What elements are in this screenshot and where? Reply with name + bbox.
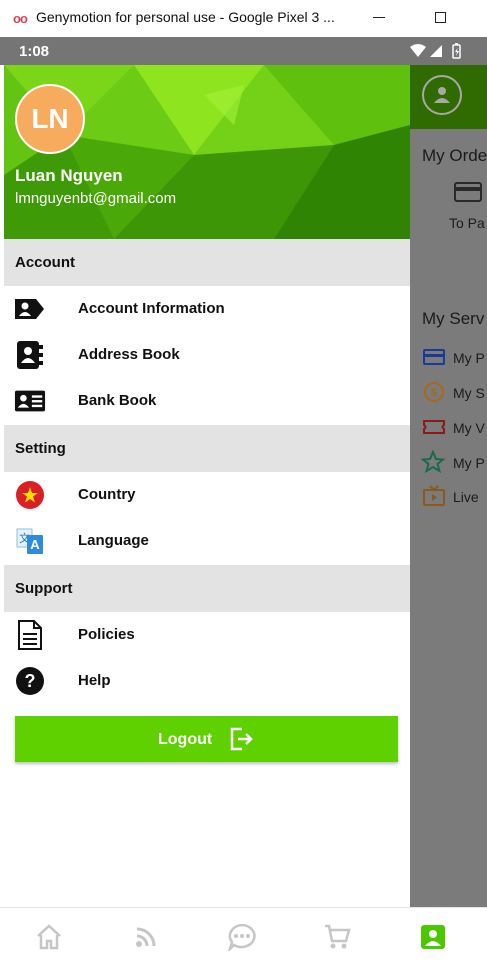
bg-my-orders: My Orde bbox=[422, 146, 487, 165]
bg-profile-avatar bbox=[422, 75, 462, 115]
user-email: lmnguyenbt@gmail.com bbox=[15, 190, 177, 207]
menu-item-label: Account Information bbox=[78, 300, 225, 317]
person-icon bbox=[434, 87, 450, 103]
star-icon bbox=[421, 450, 445, 474]
chat-icon[interactable] bbox=[227, 922, 257, 952]
section-header-setting: Setting bbox=[4, 425, 410, 472]
bg-app-header bbox=[410, 65, 487, 129]
section-title: Account bbox=[15, 254, 75, 271]
menu-item-country[interactable]: Country bbox=[4, 472, 410, 518]
bg-service-item: My V bbox=[453, 420, 485, 436]
card-icon bbox=[423, 349, 445, 365]
bg-to-pay: To Pa bbox=[449, 215, 485, 231]
bg-service-item: My S bbox=[453, 385, 485, 401]
document-icon bbox=[14, 620, 46, 650]
bg-service-item: My P bbox=[453, 350, 485, 366]
section-header-support: Support bbox=[4, 565, 410, 612]
menu-item-label: Language bbox=[78, 532, 149, 549]
menu-item-language[interactable]: 文A Language bbox=[4, 518, 410, 564]
credit-card-icon bbox=[454, 182, 482, 202]
translate-icon: 文A bbox=[14, 526, 46, 556]
vietnam-flag-icon bbox=[14, 480, 46, 510]
background-app[interactable]: My Orde To Pa My Serv My P $ My S My V M… bbox=[410, 65, 487, 907]
menu-item-label: Policies bbox=[78, 626, 135, 643]
user-name: Luan Nguyen bbox=[15, 166, 123, 185]
tv-icon bbox=[423, 485, 445, 506]
window-titlebar: oo Genymotion for personal use - Google … bbox=[0, 0, 487, 37]
home-icon[interactable] bbox=[34, 922, 64, 952]
navigation-drawer: LN Luan Nguyen lmnguyenbt@gmail.com Acco… bbox=[4, 65, 410, 907]
menu-item-policies[interactable]: Policies bbox=[4, 612, 410, 658]
bg-my-services: My Serv bbox=[422, 309, 485, 328]
menu-item-address-book[interactable]: Address Book bbox=[4, 332, 410, 378]
logout-label: Logout bbox=[158, 731, 213, 748]
bg-service-item: Live bbox=[453, 489, 479, 505]
maximize-button[interactable] bbox=[435, 12, 446, 23]
logout-icon bbox=[230, 727, 253, 751]
contact-book-icon bbox=[14, 340, 46, 370]
ticket-icon bbox=[423, 420, 445, 434]
svg-text:?: ? bbox=[25, 671, 36, 691]
menu-item-help[interactable]: ? Help bbox=[4, 658, 410, 704]
status-icons bbox=[410, 43, 461, 59]
bottom-navigation bbox=[0, 907, 487, 964]
section-header-account: Account bbox=[4, 239, 410, 286]
minimize-button[interactable] bbox=[373, 17, 385, 18]
id-tag-icon bbox=[14, 294, 46, 324]
feed-icon[interactable] bbox=[131, 922, 161, 952]
drawer-header: LN Luan Nguyen lmnguyenbt@gmail.com bbox=[4, 65, 410, 239]
dollar-icon: $ bbox=[424, 382, 444, 402]
wifi-icon bbox=[410, 44, 426, 57]
svg-text:$: $ bbox=[431, 387, 437, 399]
window-title: Genymotion for personal use - Google Pix… bbox=[36, 9, 335, 25]
cart-icon[interactable] bbox=[322, 922, 352, 952]
menu-item-account-information[interactable]: Account Information bbox=[4, 286, 410, 332]
genymotion-logo: oo bbox=[13, 11, 28, 26]
menu-item-label: Help bbox=[78, 672, 111, 689]
menu-item-bank-book[interactable]: Bank Book bbox=[4, 378, 410, 424]
menu-item-label: Address Book bbox=[78, 346, 180, 363]
id-card-icon bbox=[14, 386, 46, 416]
menu-item-label: Country bbox=[78, 486, 136, 503]
section-title: Setting bbox=[15, 440, 66, 457]
section-title: Support bbox=[15, 580, 73, 597]
help-icon: ? bbox=[14, 666, 46, 696]
signal-icon bbox=[430, 45, 442, 57]
status-time: 1:08 bbox=[19, 43, 50, 60]
svg-text:A: A bbox=[30, 537, 40, 552]
profile-icon[interactable] bbox=[418, 922, 448, 952]
bg-service-item: My P bbox=[453, 455, 485, 471]
android-status-bar: 1:08 bbox=[0, 37, 487, 65]
logout-button[interactable]: Logout bbox=[15, 716, 398, 762]
avatar[interactable]: LN bbox=[15, 84, 85, 154]
menu-item-label: Bank Book bbox=[78, 392, 157, 409]
